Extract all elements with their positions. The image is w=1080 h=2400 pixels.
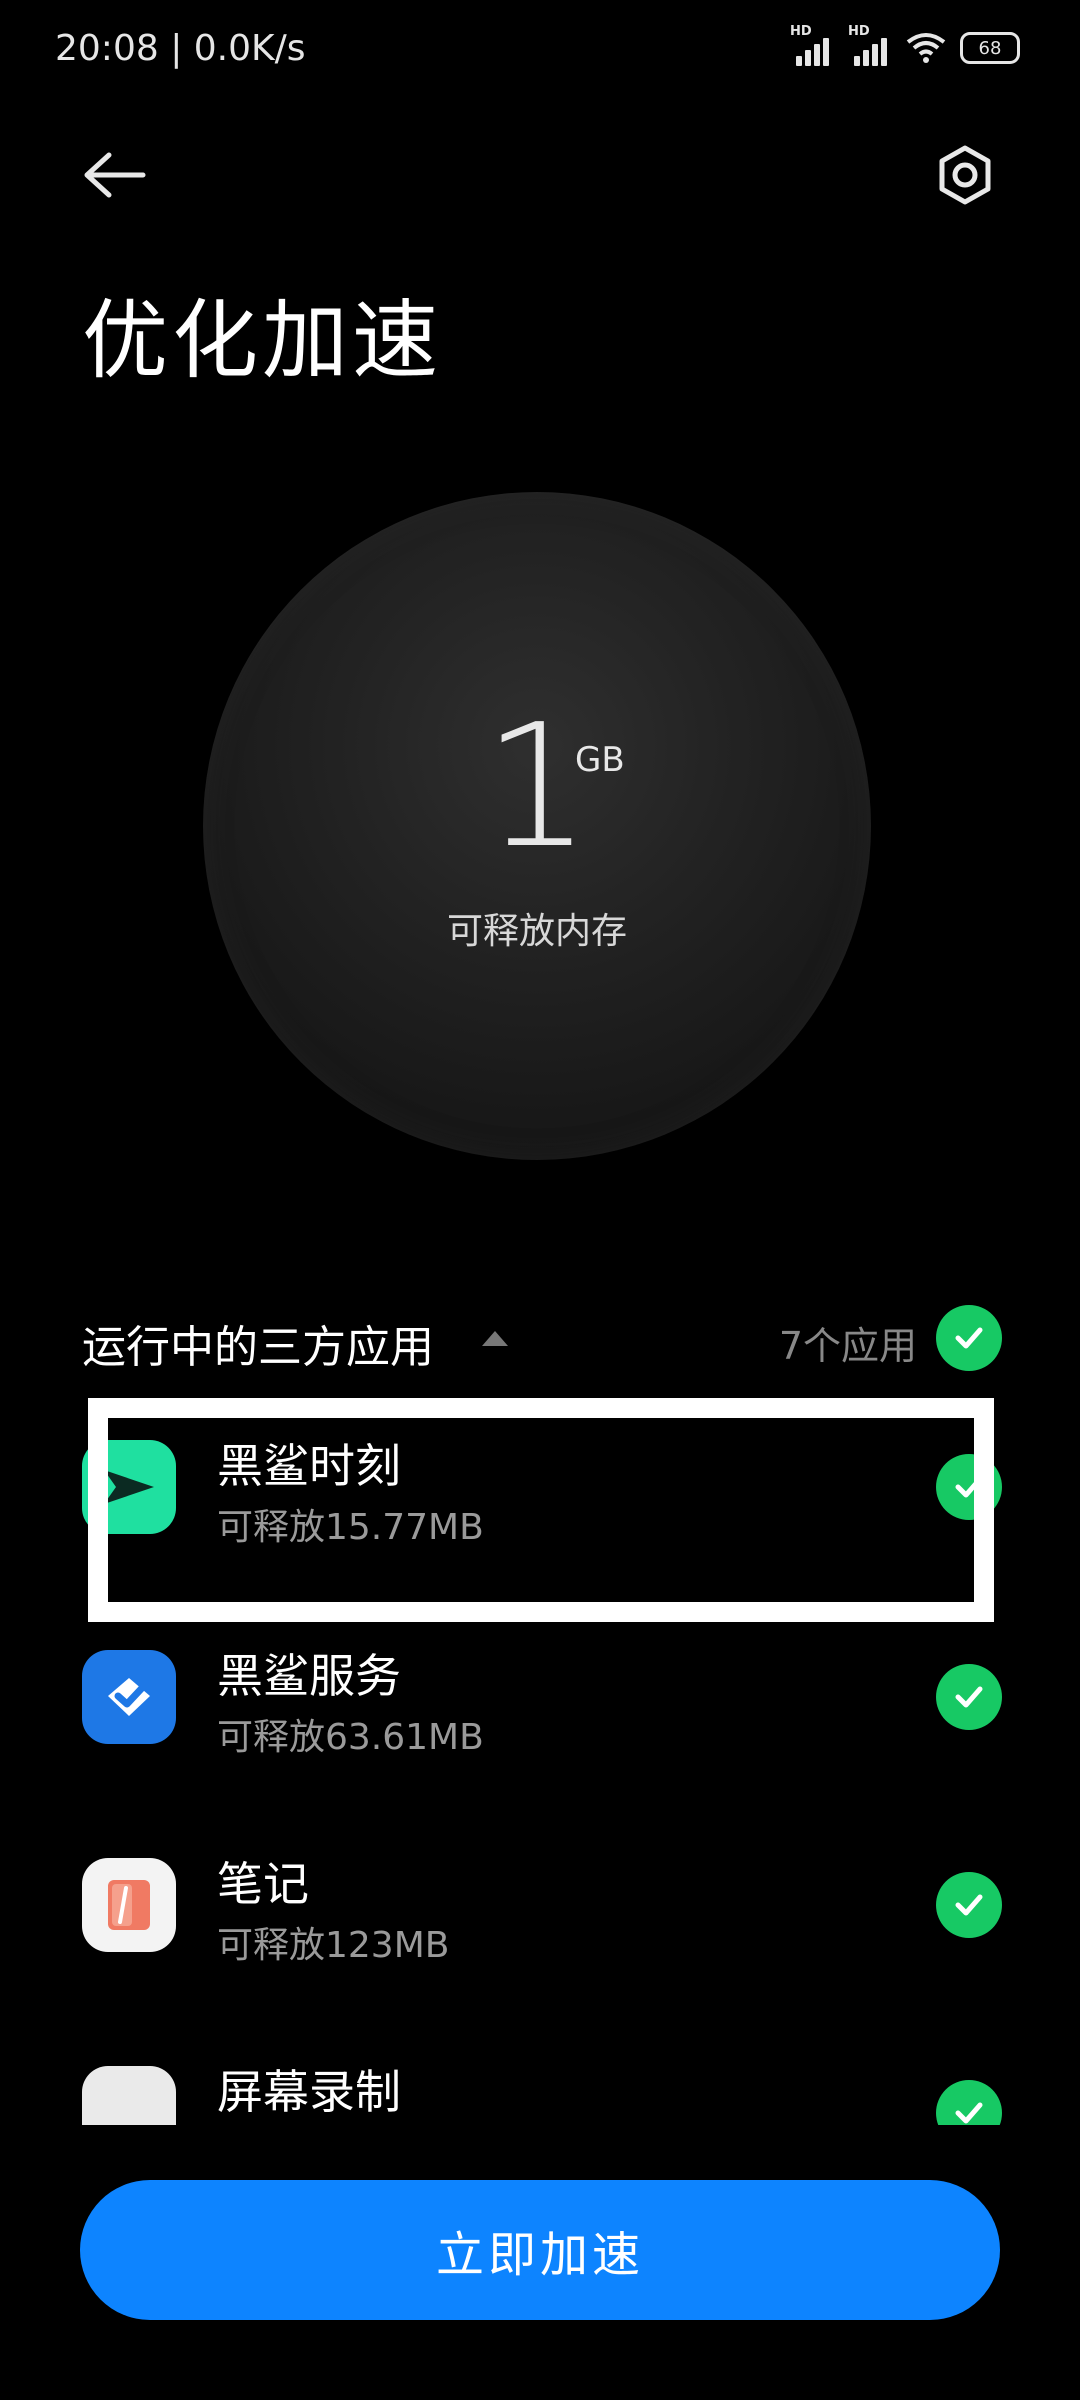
memory-unit: GB: [575, 740, 625, 780]
check-icon: [955, 2102, 983, 2124]
running-apps-header[interactable]: 运行中的三方应用 7个应用: [82, 1305, 1002, 1375]
memory-value: 1: [482, 688, 592, 886]
memory-label: 可释放内存: [446, 911, 627, 952]
app-checkbox[interactable]: [936, 1872, 1002, 1938]
arrow-left-icon: [84, 152, 146, 198]
gear-icon: [939, 145, 991, 205]
app-name: 笔记: [217, 1857, 309, 1911]
app-name: 黑鲨时刻: [217, 1439, 401, 1493]
check-icon: [955, 1476, 983, 1498]
list-item[interactable]: 黑鲨服务 可释放63.61MB: [82, 1600, 1002, 1800]
app-name: 黑鲨服务: [217, 1649, 401, 1703]
status-bar: 20:08 | 0.0K/s HD HD 68: [0, 0, 1080, 100]
screen-recorder-app-icon: [82, 2066, 176, 2125]
app-list[interactable]: 黑鲨时刻 可释放15.77MB 黑鲨服务 可释放63.61MB 笔记 可释放12…: [0, 1390, 1080, 2125]
select-all-checkbox[interactable]: [936, 1305, 1002, 1371]
signal-icon: HD: [790, 24, 834, 66]
check-icon: [955, 1327, 983, 1349]
app-checkbox[interactable]: [936, 2080, 1002, 2125]
app-count: 7个应用: [778, 1324, 917, 1368]
notes-app-icon: [82, 1858, 176, 1952]
status-time: 20:08 | 0.0K/s: [55, 28, 306, 69]
memory-sphere: 1 GB 可释放内存: [203, 492, 871, 1160]
list-item[interactable]: 黑鲨时刻 可释放15.77MB: [82, 1390, 1002, 1590]
list-item[interactable]: 笔记 可释放123MB: [82, 1808, 1002, 2008]
app-size: 可释放15.77MB: [217, 1507, 484, 1548]
check-icon: [955, 1894, 983, 1916]
caret-up-icon[interactable]: [482, 1331, 508, 1346]
settings-button[interactable]: [930, 140, 1000, 210]
app-checkbox[interactable]: [936, 1664, 1002, 1730]
blackshark-moment-app-icon: [82, 1440, 176, 1534]
wifi-icon: [906, 33, 946, 63]
section-title: 运行中的三方应用: [82, 1322, 434, 1373]
status-icons: HD HD 68: [790, 24, 1020, 66]
page-title: 优化加速: [82, 291, 442, 391]
speed-up-button[interactable]: 立即加速: [80, 2180, 1000, 2320]
blackshark-service-app-icon: [82, 1650, 176, 1744]
app-checkbox[interactable]: [936, 1454, 1002, 1520]
back-button[interactable]: [75, 145, 155, 205]
list-item[interactable]: 屏幕录制: [82, 2016, 1002, 2125]
signal-icon: HD: [848, 24, 892, 66]
app-name: 屏幕录制: [217, 2065, 401, 2119]
battery-icon: 68: [960, 32, 1020, 64]
app-size: 可释放63.61MB: [217, 1717, 484, 1758]
app-size: 可释放123MB: [217, 1925, 450, 1966]
check-icon: [955, 1686, 983, 1708]
